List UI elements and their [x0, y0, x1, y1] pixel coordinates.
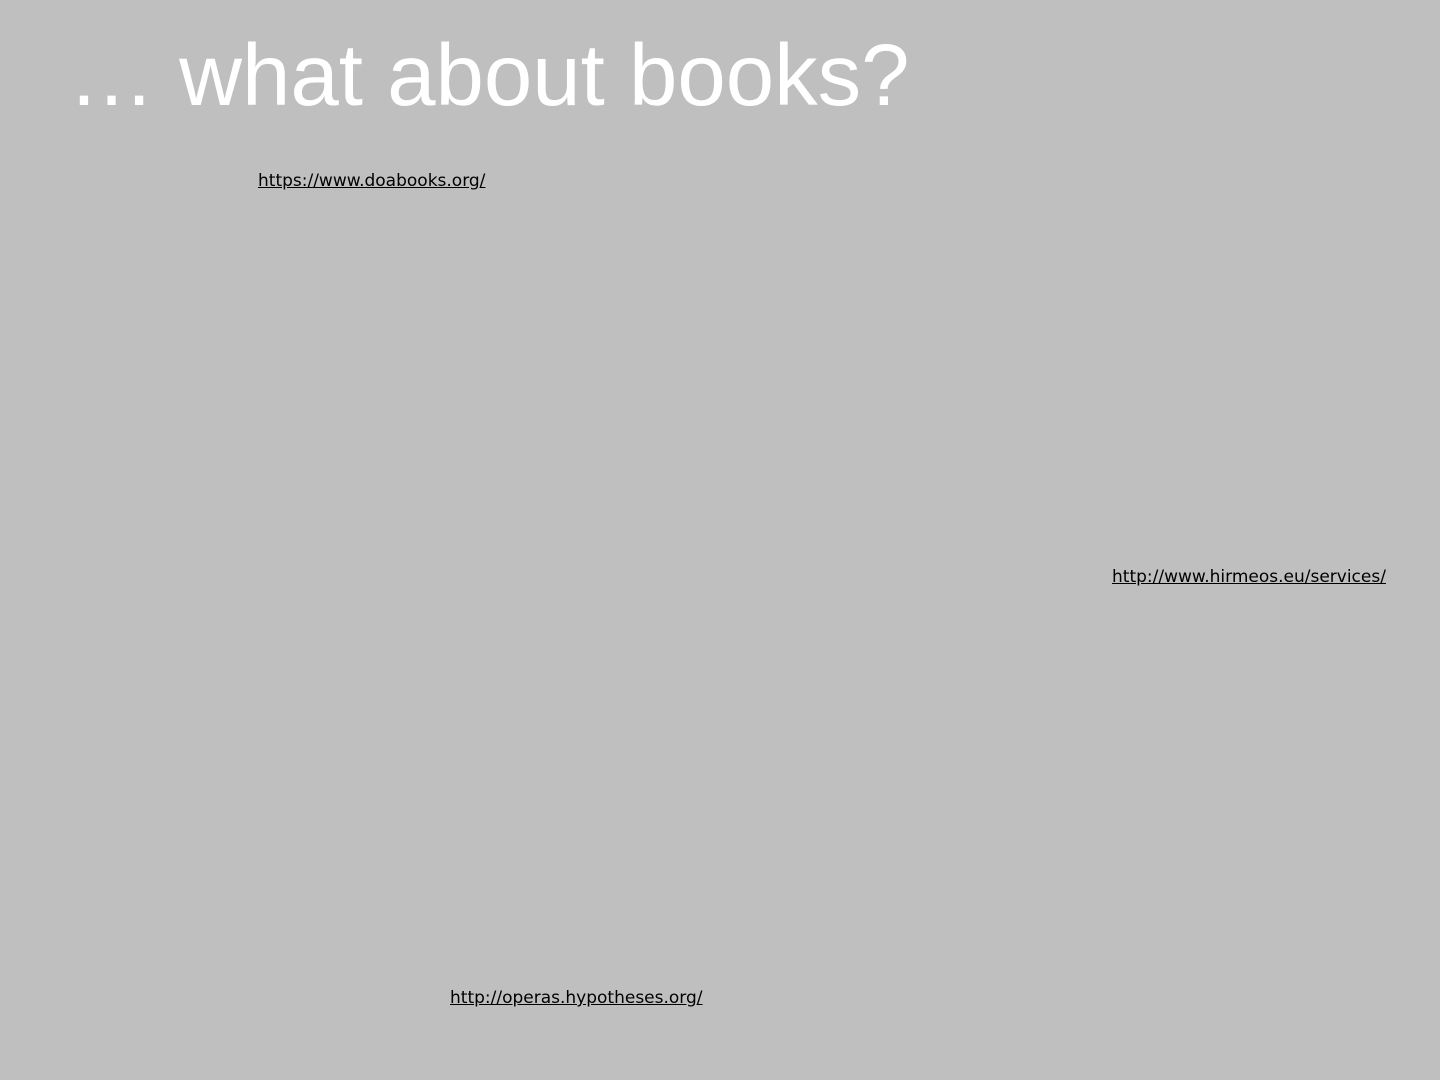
hirmeos-link[interactable]: http://www.hirmeos.eu/services/ [1112, 567, 1386, 587]
doabooks-link[interactable]: https://www.doabooks.org/ [258, 171, 485, 191]
slide-title: … what about books? [68, 27, 910, 124]
slide-canvas: … what about books? https://www.doabooks… [0, 0, 1440, 1080]
operas-link[interactable]: http://operas.hypotheses.org/ [450, 988, 703, 1008]
